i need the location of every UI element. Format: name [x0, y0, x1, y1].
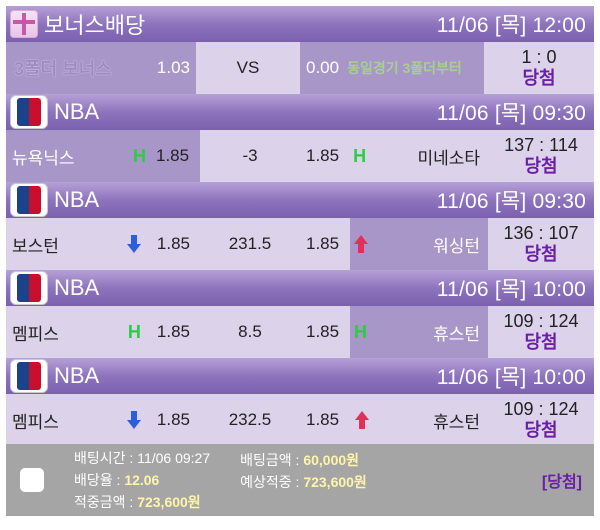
bonus-header: 보너스배당 11/06 [목] 12:00	[6, 6, 594, 42]
nba-logo-icon	[10, 183, 48, 217]
odds-line: 배당율 : 12.06	[74, 470, 210, 490]
handicap-h-icon: H	[353, 145, 367, 166]
game-row: 멤피스 1.85 232.5 1.85 휴스턴 109 : 124 당첨	[6, 394, 594, 446]
home-team: 보스턴	[12, 236, 59, 256]
hit-label: 적중금액 :	[74, 494, 138, 510]
game-score: 109 : 124	[503, 399, 579, 419]
nba-logo-icon	[10, 95, 48, 129]
summary-right: 배팅금액 : 60,000원 예상적중 : 723,600원	[240, 450, 367, 492]
home-team: 멤피스	[12, 324, 59, 344]
bonus-odd-home: 1.03	[156, 58, 190, 77]
game-row: 보스턴 1.85 231.5 1.85 워싱턴 136 : 107 당첨	[6, 218, 594, 270]
handicap-h-icon: H	[127, 321, 141, 342]
bonus-title: 보너스배당	[44, 13, 146, 38]
bonus-datetime: 11/06 [목] 12:00	[436, 14, 586, 37]
game-score: 137 : 114	[504, 135, 578, 155]
game-line: 232.5	[228, 410, 272, 429]
game-datetime: 11/06 [목] 09:30	[436, 102, 586, 125]
expected-label: 예상적중 :	[240, 474, 304, 490]
home-odd: 1.85	[156, 322, 190, 341]
summary-left: 배팅시간 : 11/06 09:27 배당율 : 12.06 적중금액 : 72…	[74, 448, 210, 512]
game-row: 뉴욕닉스 H 1.85 -3 1.85 H 미네소타 137 : 114 당첨	[6, 130, 594, 182]
bet-amount-label: 배팅금액 :	[240, 452, 304, 468]
home-team: 멤피스	[12, 412, 59, 432]
away-team: 워싱턴	[433, 236, 480, 256]
away-odd: 1.85	[306, 322, 340, 341]
away-team: 휴스턴	[433, 324, 480, 344]
bet-status: [당첨]	[541, 474, 582, 491]
game-score: 136 : 107	[503, 223, 579, 243]
away-team: 미네소타	[417, 148, 480, 168]
away-odd: 1.85	[306, 146, 340, 165]
up-arrow-icon	[354, 235, 368, 253]
bonus-result: 당첨	[522, 68, 556, 88]
game-line: -3	[242, 146, 258, 165]
nba-logo-icon	[10, 359, 48, 393]
game-header: NBA 11/06 [목] 09:30	[6, 182, 594, 218]
select-checkbox[interactable]	[20, 468, 44, 492]
bonus-vs: VS	[236, 58, 260, 77]
bonus-odd-away: 0.00	[306, 58, 340, 77]
game-datetime: 11/06 [목] 10:00	[436, 278, 586, 301]
bonus-desc: 동일경기 3폴더부터	[347, 60, 462, 76]
bet-time-label: 배팅시간 :	[74, 450, 138, 466]
bet-slip: 보너스배당 11/06 [목] 12:00 3폴더 보너스 1.03 VS 0.…	[6, 6, 594, 446]
home-team: 뉴욕닉스	[12, 148, 75, 168]
bet-summary: 배팅시간 : 11/06 09:27 배당율 : 12.06 적중금액 : 72…	[6, 444, 594, 516]
home-odd: 1.85	[156, 234, 190, 253]
hit-value: 723,600원	[137, 494, 201, 510]
bonus-name: 3폴더 보너스	[14, 59, 112, 79]
bonus-score: 1 : 0	[521, 47, 557, 67]
bonus-row: 3폴더 보너스 1.03 VS 0.00 동일경기 3폴더부터 1 : 0 당첨	[6, 42, 594, 94]
game-result: 당첨	[524, 156, 558, 176]
game-header: NBA 11/06 [목] 10:00	[6, 358, 594, 394]
down-arrow-icon	[126, 235, 141, 253]
away-team: 휴스턴	[433, 412, 480, 432]
game-header: NBA 11/06 [목] 10:00	[6, 270, 594, 306]
bet-amount-line: 배팅금액 : 60,000원	[240, 450, 367, 470]
game-line: 8.5	[238, 322, 262, 341]
bet-time-value: 11/06 09:27	[137, 450, 211, 466]
game-result: 당첨	[524, 332, 558, 352]
home-odd: 1.85	[156, 410, 190, 429]
handicap-h-icon: H	[133, 145, 146, 166]
away-odd: 1.85	[306, 234, 340, 253]
gift-icon	[10, 10, 38, 38]
hit-line: 적중금액 : 723,600원	[74, 492, 210, 512]
league-name: NBA	[54, 99, 100, 124]
bet-time-line: 배팅시간 : 11/06 09:27	[74, 448, 210, 468]
league-name: NBA	[54, 187, 100, 212]
league-name: NBA	[54, 275, 100, 300]
odds-label: 배당율 :	[74, 472, 125, 488]
odds-value: 12.06	[124, 472, 160, 488]
handicap-h-icon: H	[354, 321, 367, 342]
expected-line: 예상적중 : 723,600원	[240, 472, 367, 492]
game-datetime: 11/06 [목] 09:30	[436, 190, 586, 213]
game-datetime: 11/06 [목] 10:00	[436, 366, 586, 389]
game-result: 당첨	[524, 244, 558, 264]
league-name: NBA	[54, 363, 100, 388]
down-arrow-icon	[126, 411, 141, 429]
game-result: 당첨	[524, 420, 558, 440]
expected-value: 723,600원	[303, 474, 367, 490]
game-line: 231.5	[228, 234, 272, 253]
game-row: 멤피스 H 1.85 8.5 1.85 H 휴스턴 109 : 124 당첨	[6, 306, 594, 358]
home-odd: 1.85	[156, 146, 190, 165]
up-arrow-icon	[355, 411, 370, 429]
away-odd: 1.85	[306, 410, 340, 429]
nba-logo-icon	[10, 271, 48, 305]
bet-amount-value: 60,000원	[303, 452, 360, 468]
game-header: NBA 11/06 [목] 09:30	[6, 94, 594, 130]
game-score: 109 : 124	[503, 311, 579, 331]
